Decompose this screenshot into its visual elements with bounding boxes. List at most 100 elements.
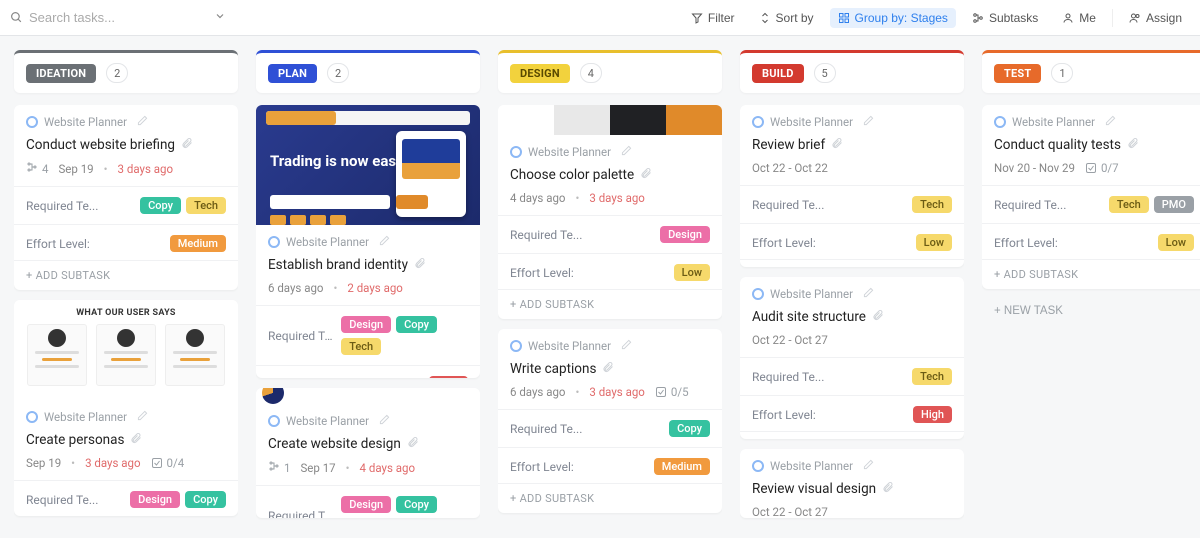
assignee-button[interactable]: Assign bbox=[1121, 8, 1190, 28]
task-card[interactable]: Website PlannerReview briefOct 22 - Oct … bbox=[740, 105, 964, 267]
required-team-row: Required Te...CopyTech bbox=[26, 197, 226, 214]
kanban-board[interactable]: IDEATION2 Website PlannerConduct website … bbox=[0, 36, 1200, 538]
task-date-range: Oct 22 - Oct 27 bbox=[752, 333, 828, 347]
column-header[interactable]: TEST1 bbox=[982, 50, 1200, 93]
task-title: Review visual design bbox=[752, 481, 876, 497]
title-row: Write captions bbox=[510, 361, 710, 377]
stage-count: 4 bbox=[580, 63, 602, 83]
add-subtask-button[interactable]: + ADD SUBTASK bbox=[982, 259, 1200, 289]
task-title: Establish brand identity bbox=[268, 257, 408, 273]
tag-tech: Tech bbox=[912, 368, 952, 385]
subtask-count[interactable]: 4 bbox=[26, 161, 48, 176]
sort-button[interactable]: Sort by bbox=[751, 8, 822, 28]
stage-pill: DESIGN bbox=[510, 64, 570, 83]
task-date-range: Nov 20 - Nov 29 bbox=[994, 161, 1075, 175]
project-name: Website Planner bbox=[770, 287, 853, 301]
task-date-range: Oct 22 - Oct 27 bbox=[752, 505, 828, 518]
column-body[interactable]: Website PlannerConduct quality testsNov … bbox=[982, 105, 1200, 538]
column-header[interactable]: PLAN2 bbox=[256, 50, 480, 93]
divider bbox=[498, 215, 722, 216]
task-title: Audit site structure bbox=[752, 309, 866, 325]
task-card[interactable]: Website Planner Audit site structure Oct 2… bbox=[740, 277, 964, 439]
task-date: Sep 17 bbox=[300, 461, 335, 475]
overdue-label: 3 days ago bbox=[85, 456, 140, 470]
edit-icon bbox=[621, 339, 632, 353]
subtask-count[interactable]: 1 bbox=[268, 460, 290, 475]
required-team-label: Required Te... bbox=[268, 509, 333, 518]
task-card[interactable]: Website Planner Review visual design Oct 2… bbox=[740, 449, 964, 518]
column-header[interactable]: BUILD5 bbox=[740, 50, 964, 93]
project-status-icon bbox=[26, 116, 38, 128]
task-card[interactable]: Trading is now easierWebsite PlannerEsta… bbox=[256, 105, 480, 378]
checklist-progress: 0/7 bbox=[1085, 161, 1119, 175]
group-icon bbox=[838, 12, 850, 24]
stage-pill: PLAN bbox=[268, 64, 317, 83]
tag-design: Design bbox=[130, 491, 180, 508]
me-button[interactable]: Me bbox=[1054, 8, 1104, 28]
checklist-icon bbox=[655, 386, 667, 398]
card-cover-image: WHAT OUR USER SAYS bbox=[14, 300, 238, 400]
task-card[interactable]: WHAT OUR USER SAYSWebsite PlannerCreate … bbox=[14, 300, 238, 516]
new-task-button[interactable]: + NEW TASK bbox=[982, 299, 1200, 323]
task-card[interactable]: Website PlannerConduct quality testsNov … bbox=[982, 105, 1200, 289]
column-header[interactable]: IDEATION2 bbox=[14, 50, 238, 93]
add-subtask-button[interactable]: + ADD SUBTASK bbox=[498, 483, 722, 513]
task-title: Conduct quality tests bbox=[994, 137, 1121, 153]
task-card[interactable]: Website PlannerConduct website briefing4… bbox=[14, 105, 238, 290]
task-card[interactable]: Website PlannerWrite captions6 days ago•… bbox=[498, 329, 722, 513]
tag-design: Design bbox=[341, 496, 391, 513]
filter-button[interactable]: Filter bbox=[683, 8, 743, 28]
effort-row: Effort Level:Low bbox=[994, 234, 1194, 251]
attachment-icon bbox=[407, 436, 419, 452]
add-subtask-button[interactable]: + ADD SUBTASK bbox=[14, 260, 238, 290]
group-button[interactable]: Group by: Stages bbox=[830, 8, 956, 28]
title-row: Review visual design bbox=[752, 481, 952, 497]
search-input[interactable] bbox=[29, 10, 179, 25]
edit-icon bbox=[137, 115, 148, 129]
required-team-row: Required Te...Copy bbox=[510, 420, 710, 437]
attachment-icon bbox=[882, 481, 894, 497]
column-body[interactable]: Website PlannerChoose color palette4 day… bbox=[498, 105, 722, 538]
dot-separator: • bbox=[71, 456, 75, 470]
effort-label: Effort Level: bbox=[752, 236, 816, 250]
column-body[interactable]: Website PlannerReview briefOct 22 - Oct … bbox=[740, 105, 964, 538]
project-name: Website Planner bbox=[770, 115, 853, 129]
meta-row: 6 days ago•2 days ago bbox=[268, 281, 468, 295]
required-team-row: Required Te...Design bbox=[510, 226, 710, 243]
project-name: Website Planner bbox=[44, 115, 127, 129]
project-name: Website Planner bbox=[286, 414, 369, 428]
add-subtask-button[interactable]: + ADD SUBTASK bbox=[740, 259, 964, 267]
task-card[interactable]: Website Planner Create website design 1 Sep… bbox=[256, 388, 480, 518]
add-subtask-button[interactable]: + ADD SUBTASK bbox=[498, 289, 722, 319]
column-body[interactable]: Website PlannerConduct website briefing4… bbox=[14, 105, 238, 538]
task-card[interactable]: Website PlannerChoose color palette4 day… bbox=[498, 105, 722, 319]
divider bbox=[740, 185, 964, 186]
effort-row: Effort Level:Low bbox=[510, 264, 710, 281]
divider bbox=[740, 223, 964, 224]
search-dropdown-button[interactable] bbox=[208, 6, 232, 30]
attachment-icon bbox=[130, 432, 142, 448]
column-body[interactable]: Trading is now easierWebsite PlannerEsta… bbox=[256, 105, 480, 538]
tag-copy: Copy bbox=[396, 496, 437, 513]
assignee-icon bbox=[1129, 12, 1141, 24]
required-team-row: Required Te...DesignCopy bbox=[26, 491, 226, 508]
attachment-icon bbox=[414, 257, 426, 273]
edit-icon bbox=[379, 414, 390, 428]
tag-tech: Tech bbox=[1109, 196, 1149, 213]
divider bbox=[740, 357, 964, 358]
add-subtask-button[interactable]: + ADD SUBTASK bbox=[740, 431, 964, 439]
meta-row: Sep 19•3 days ago0/4 bbox=[26, 456, 226, 470]
required-team-row: Required Te...DesignCopyTech bbox=[268, 316, 468, 355]
column-header[interactable]: DESIGN 4 bbox=[498, 50, 722, 93]
effort-chip-wrap: High bbox=[429, 376, 468, 378]
checklist-icon bbox=[151, 457, 163, 469]
meta-row: 4Sep 19•3 days ago bbox=[26, 161, 226, 176]
tag-low: Low bbox=[674, 264, 710, 281]
project-name: Website Planner bbox=[528, 339, 611, 353]
team-chips: Design bbox=[660, 226, 710, 243]
checklist-progress-value: 0/5 bbox=[671, 385, 689, 399]
task-title: Create website design bbox=[268, 436, 401, 452]
title-row: Audit site structure bbox=[752, 309, 952, 325]
subtasks-button[interactable]: Subtasks bbox=[964, 8, 1046, 28]
project-row: Website Planner bbox=[752, 459, 952, 473]
